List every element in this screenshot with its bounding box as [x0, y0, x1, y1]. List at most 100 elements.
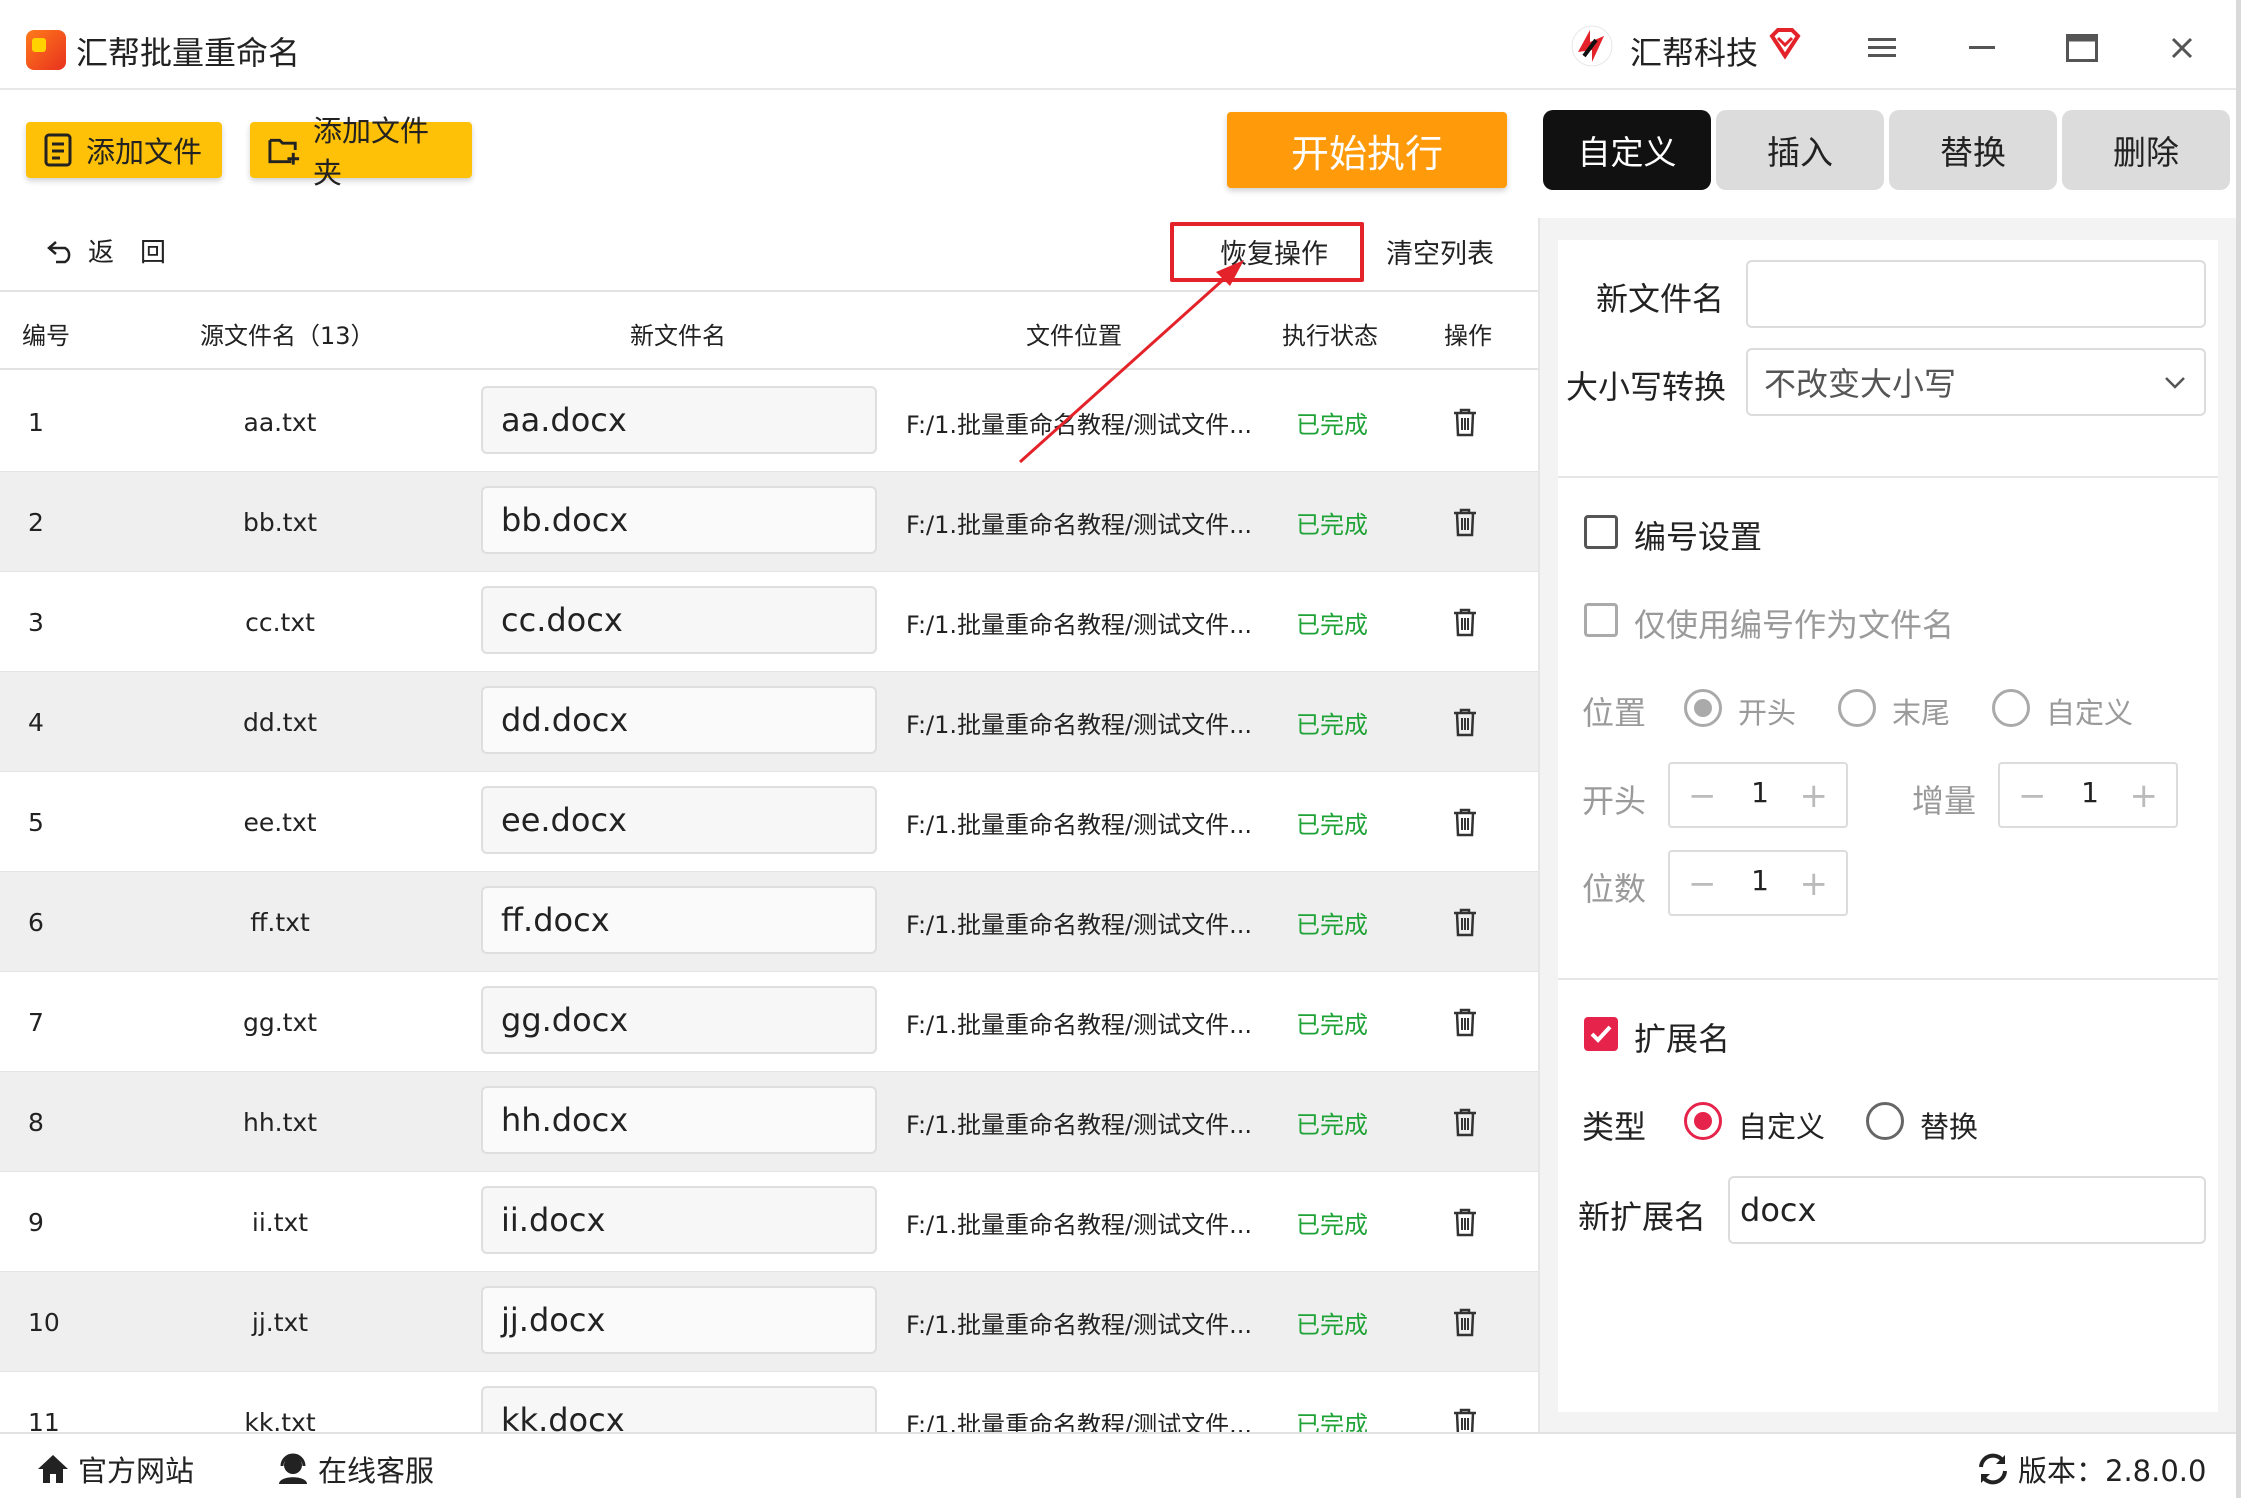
increment-plus-button[interactable]: + — [2130, 776, 2159, 816]
delete-row-button[interactable] — [1452, 1072, 1492, 1172]
delete-row-button[interactable] — [1452, 472, 1492, 572]
footer-bar: 官方网站 在线客服 版本：2.8.0.0 — [0, 1432, 2236, 1498]
trash-icon — [1454, 1408, 1476, 1432]
online-support-link[interactable]: 在线客服 — [276, 1448, 434, 1490]
table-row[interactable]: 11 kk.txt kk.docx F:/1.批量重命名教程/测试文件... 已完成 — [0, 1372, 1538, 1432]
trash-icon — [1454, 1208, 1476, 1237]
new-filename-input[interactable]: aa.docx — [481, 386, 877, 454]
new-filename-input[interactable]: jj.docx — [481, 1286, 877, 1354]
table-row[interactable]: 3 cc.txt cc.docx F:/1.批量重命名教程/测试文件... 已完成 — [0, 572, 1538, 672]
new-filename-input[interactable]: ff.docx — [481, 886, 877, 954]
extension-checkbox[interactable] — [1584, 1017, 1618, 1051]
clear-list-button[interactable]: 清空列表 — [1386, 232, 1494, 271]
file-path: F:/1.批量重命名教程/测试文件... — [906, 510, 1252, 539]
case-select-value: 不改变大小写 — [1764, 365, 1957, 403]
new-filename-input[interactable]: kk.docx — [481, 1386, 877, 1432]
restore-highlight-box — [1170, 222, 1364, 282]
digits-plus-button[interactable]: + — [1800, 864, 1829, 904]
file-path: F:/1.批量重命名教程/测试文件... — [906, 1110, 1252, 1139]
row-number: 3 — [28, 607, 44, 637]
version-label: 版本：2.8.0.0 — [2018, 1454, 2207, 1488]
type-radio-custom[interactable] — [1684, 1102, 1722, 1140]
status-badge: 已完成 — [1296, 610, 1368, 639]
add-file-button[interactable]: 添加文件 — [26, 122, 222, 178]
tab-delete[interactable]: 删除 — [2062, 110, 2230, 190]
position-radio-end[interactable] — [1838, 689, 1876, 727]
vip-gem-icon[interactable] — [1768, 26, 1802, 60]
start-stepper[interactable]: − 1 + — [1668, 762, 1848, 828]
position-radio-start[interactable] — [1684, 689, 1722, 727]
source-filename: kk.txt — [244, 1407, 316, 1433]
main-window: 汇帮批量重命名 汇帮科技 添加文件 添加文件夹 开始执行 自定义 插入 替换 删… — [0, 0, 2236, 1498]
delete-row-button[interactable] — [1452, 772, 1492, 872]
new-ext-input[interactable]: docx — [1728, 1176, 2206, 1244]
row-number: 6 — [28, 907, 44, 937]
type-option-replace: 替换 — [1920, 1110, 1979, 1144]
delete-row-button[interactable] — [1452, 672, 1492, 772]
type-option-custom: 自定义 — [1738, 1110, 1826, 1144]
trash-icon — [1454, 608, 1476, 637]
delete-row-button[interactable] — [1452, 1172, 1492, 1272]
table-row[interactable]: 1 aa.txt aa.docx F:/1.批量重命名教程/测试文件... 已完成 — [0, 372, 1538, 472]
position-option-custom: 自定义 — [2046, 696, 2134, 730]
status-badge: 已完成 — [1296, 410, 1368, 439]
delete-row-button[interactable] — [1452, 972, 1492, 1072]
position-radio-custom[interactable] — [1992, 689, 2030, 727]
close-icon[interactable] — [2160, 26, 2204, 70]
official-website-link[interactable]: 官方网站 — [36, 1448, 194, 1490]
menu-icon[interactable] — [1860, 26, 1904, 70]
new-filename-input[interactable]: gg.docx — [481, 986, 877, 1054]
add-folder-button[interactable]: 添加文件夹 — [250, 114, 472, 190]
tab-insert[interactable]: 插入 — [1716, 110, 1884, 190]
digits-stepper[interactable]: − 1 + — [1668, 850, 1848, 916]
new-filename-input[interactable]: cc.docx — [481, 586, 877, 654]
new-name-input[interactable] — [1746, 260, 2206, 328]
case-label: 大小写转换 — [1566, 368, 1727, 406]
case-select[interactable]: 不改变大小写 — [1746, 348, 2206, 416]
delete-row-button[interactable] — [1452, 572, 1492, 672]
type-radio-replace[interactable] — [1866, 1102, 1904, 1140]
source-filename: cc.txt — [245, 607, 315, 637]
table-row[interactable]: 6 ff.txt ff.docx F:/1.批量重命名教程/测试文件... 已完成 — [0, 872, 1538, 972]
source-filename: gg.txt — [242, 1007, 318, 1037]
numbering-checkbox[interactable] — [1584, 515, 1618, 549]
file-path: F:/1.批量重命名教程/测试文件... — [906, 610, 1252, 639]
new-filename-input[interactable]: ee.docx — [481, 786, 877, 854]
delete-row-button[interactable] — [1452, 1272, 1492, 1372]
delete-row-button[interactable] — [1452, 872, 1492, 972]
back-button[interactable]: 返 回 — [46, 232, 166, 269]
new-filename-input[interactable]: hh.docx — [481, 1086, 877, 1154]
maximize-icon[interactable] — [2060, 26, 2104, 70]
start-plus-button[interactable]: + — [1800, 776, 1829, 816]
only-number-checkbox[interactable] — [1584, 603, 1618, 637]
delete-row-button[interactable] — [1452, 1372, 1492, 1432]
status-badge: 已完成 — [1296, 1310, 1368, 1339]
increment-stepper[interactable]: − 1 + — [1998, 762, 2178, 828]
table-row[interactable]: 4 dd.txt dd.docx F:/1.批量重命名教程/测试文件... 已完成 — [0, 672, 1538, 772]
trash-icon — [1454, 1308, 1476, 1337]
status-badge: 已完成 — [1296, 1210, 1368, 1239]
source-filename: aa.txt — [243, 407, 317, 437]
new-filename-input[interactable]: ii.docx — [481, 1186, 877, 1254]
table-row[interactable]: 10 jj.txt jj.docx F:/1.批量重命名教程/测试文件... 已完成 — [0, 1272, 1538, 1372]
increment-label: 增量 — [1912, 782, 1977, 820]
tab-replace[interactable]: 替换 — [1889, 110, 2057, 190]
trash-icon — [1454, 508, 1476, 537]
official-website-label: 官方网站 — [78, 1454, 195, 1488]
table-row[interactable]: 5 ee.txt ee.docx F:/1.批量重命名教程/测试文件... 已完成 — [0, 772, 1538, 872]
header-new: 新文件名 — [630, 322, 726, 350]
new-filename-input[interactable]: dd.docx — [481, 686, 877, 754]
status-badge: 已完成 — [1296, 1010, 1368, 1039]
table-row[interactable]: 2 bb.txt bb.docx F:/1.批量重命名教程/测试文件... 已完成 — [0, 472, 1538, 572]
minimize-icon[interactable] — [1960, 26, 2004, 70]
new-ext-label: 新扩展名 — [1578, 1198, 1707, 1236]
row-number: 8 — [28, 1107, 44, 1137]
new-filename-input[interactable]: bb.docx — [481, 486, 877, 554]
start-button[interactable]: 开始执行 — [1227, 112, 1507, 188]
checkmark-icon — [1590, 1025, 1612, 1043]
tab-custom[interactable]: 自定义 — [1543, 110, 1711, 190]
table-row[interactable]: 9 ii.txt ii.docx F:/1.批量重命名教程/测试文件... 已完成 — [0, 1172, 1538, 1272]
table-row[interactable]: 8 hh.txt hh.docx F:/1.批量重命名教程/测试文件... 已完成 — [0, 1072, 1538, 1172]
table-row[interactable]: 7 gg.txt gg.docx F:/1.批量重命名教程/测试文件... 已完成 — [0, 972, 1538, 1072]
delete-row-button[interactable] — [1452, 372, 1492, 472]
